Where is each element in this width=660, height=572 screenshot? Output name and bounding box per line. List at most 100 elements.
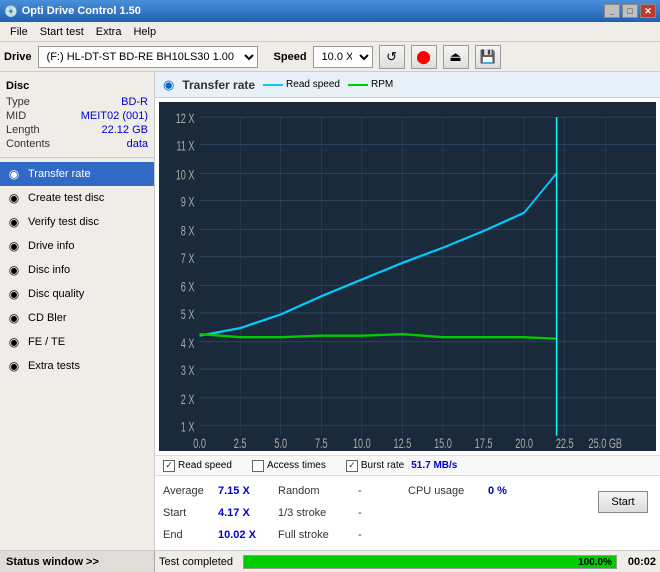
menu-start-test[interactable]: Start test <box>34 24 90 40</box>
svg-text:8 X: 8 X <box>181 224 195 239</box>
checkbox-access-times[interactable]: Access times <box>252 460 326 472</box>
sidebar-item-extra-tests[interactable]: ◉ Extra tests <box>0 354 154 378</box>
svg-text:10 X: 10 X <box>176 168 195 183</box>
disc-length-row: Length 22.12 GB <box>6 123 148 137</box>
cpu-usage-value: 0 % <box>488 485 528 497</box>
svg-text:22.5: 22.5 <box>556 436 574 451</box>
legend-rpm-label: RPM <box>371 79 393 90</box>
disc-type-row: Type BD-R <box>6 95 148 109</box>
svg-text:9 X: 9 X <box>181 195 195 210</box>
sidebar-item-cd-bler[interactable]: ◉ CD Bler <box>0 306 154 330</box>
maximize-button[interactable]: □ <box>622 4 638 18</box>
access-times-checkbox-label: Access times <box>267 460 326 471</box>
disc-mid-value: MEIT02 (001) <box>81 110 148 122</box>
menubar: File Start test Extra Help <box>0 22 660 42</box>
read-speed-checkbox-label: Read speed <box>178 460 232 471</box>
svg-text:11 X: 11 X <box>176 139 194 154</box>
svg-text:12.5: 12.5 <box>394 436 412 451</box>
chart-svg: 12 X 11 X 10 X 9 X 8 X 7 X 6 X 5 X 4 X 3… <box>159 102 656 451</box>
svg-text:2 X: 2 X <box>181 392 195 407</box>
read-speed-checkbox[interactable] <box>163 460 175 472</box>
refresh-button[interactable]: ↺ <box>379 45 405 69</box>
third-stroke-label: 1/3 stroke <box>278 507 358 519</box>
disc-mid-label: MID <box>6 110 26 122</box>
svg-text:4 X: 4 X <box>181 336 195 351</box>
sidebar-extra-tests-label: Extra tests <box>28 360 80 372</box>
progress-text: 100.0% <box>578 556 612 570</box>
access-times-checkbox[interactable] <box>252 460 264 472</box>
eject-button[interactable]: ⏏ <box>443 45 469 69</box>
third-stroke-value: - <box>358 507 388 519</box>
stats-row-average: Average 7.15 X Random - CPU usage 0 % <box>163 480 652 502</box>
svg-text:7.5: 7.5 <box>315 436 328 451</box>
sidebar-cd-bler-label: CD Bler <box>28 312 67 324</box>
close-button[interactable]: ✕ <box>640 4 656 18</box>
app-icon: 💿 <box>4 5 18 18</box>
status-left-text: Status window >> <box>6 556 99 568</box>
chart-title: Transfer rate <box>182 78 255 92</box>
sidebar-item-fe-te[interactable]: ◉ FE / TE <box>0 330 154 354</box>
end-label: End <box>163 529 218 541</box>
titlebar: 💿 Opti Drive Control 1.50 _ □ ✕ <box>0 0 660 22</box>
disc-mid-row: MID MEIT02 (001) <box>6 109 148 123</box>
start-button[interactable]: Start <box>598 491 648 513</box>
menu-extra[interactable]: Extra <box>90 24 128 40</box>
disc-section: Disc Type BD-R MID MEIT02 (001) Length 2… <box>0 76 154 158</box>
sidebar-item-disc-info[interactable]: ◉ Disc info <box>0 258 154 282</box>
sidebar-fe-te-label: FE / TE <box>28 336 65 348</box>
full-stroke-value: - <box>358 529 388 541</box>
sidebar-item-verify-test-disc[interactable]: ◉ Verify test disc <box>0 210 154 234</box>
speed-label: Speed <box>274 51 307 63</box>
chart-area: 12 X 11 X 10 X 9 X 8 X 7 X 6 X 5 X 4 X 3… <box>155 98 660 455</box>
start-label: Start <box>163 507 218 519</box>
svg-text:10.0: 10.0 <box>353 436 371 451</box>
stop-button[interactable]: ⬤ <box>411 45 437 69</box>
end-value: 10.02 X <box>218 529 278 541</box>
status-completed-text: Test completed <box>159 556 239 568</box>
app-title: Opti Drive Control 1.50 <box>22 5 141 17</box>
sidebar: Disc Type BD-R MID MEIT02 (001) Length 2… <box>0 72 155 550</box>
svg-text:2.5: 2.5 <box>234 436 247 451</box>
sidebar-item-drive-info[interactable]: ◉ Drive info <box>0 234 154 258</box>
transfer-rate-icon: ◉ <box>6 166 22 182</box>
sidebar-item-transfer-rate[interactable]: ◉ Transfer rate <box>0 162 154 186</box>
burst-rate-checkbox[interactable] <box>346 460 358 472</box>
drive-select[interactable]: (F:) HL-DT-ST BD-RE BH10LS30 1.00 <box>38 46 258 68</box>
disc-title: Disc <box>6 80 148 92</box>
disc-length-label: Length <box>6 124 40 136</box>
menu-help[interactable]: Help <box>127 24 162 40</box>
drivebar: Drive (F:) HL-DT-ST BD-RE BH10LS30 1.00 … <box>0 42 660 72</box>
burst-rate-checkbox-label: Burst rate <box>361 460 404 471</box>
status-right: Test completed 100.0% 00:02 <box>155 555 660 569</box>
disc-contents-value: data <box>127 138 148 150</box>
sidebar-item-create-test-disc[interactable]: ◉ Create test disc <box>0 186 154 210</box>
sidebar-transfer-rate-label: Transfer rate <box>28 168 91 180</box>
svg-text:15.0: 15.0 <box>434 436 452 451</box>
status-window-button[interactable]: Status window >> <box>0 551 155 572</box>
checkbox-read-speed[interactable]: Read speed <box>163 460 232 472</box>
sidebar-item-disc-quality[interactable]: ◉ Disc quality <box>0 282 154 306</box>
checkboxes-row: Read speed Access times Burst rate 51.7 … <box>155 455 660 475</box>
stats-row-start: Start 4.17 X 1/3 stroke - Start <box>163 502 652 524</box>
cpu-usage-label: CPU usage <box>408 485 488 497</box>
svg-text:12 X: 12 X <box>176 111 195 126</box>
verify-test-disc-icon: ◉ <box>6 214 22 230</box>
svg-text:0.0: 0.0 <box>193 436 206 451</box>
sidebar-drive-info-label: Drive info <box>28 240 74 252</box>
random-label: Random <box>278 485 358 497</box>
disc-type-value: BD-R <box>121 96 148 108</box>
minimize-button[interactable]: _ <box>604 4 620 18</box>
time-display: 00:02 <box>621 556 656 568</box>
cd-bler-icon: ◉ <box>6 310 22 326</box>
chart-header: ◉ Transfer rate Read speed RPM <box>155 72 660 98</box>
save-button[interactable]: 💾 <box>475 45 501 69</box>
svg-text:5 X: 5 X <box>181 307 195 322</box>
extra-tests-icon: ◉ <box>6 358 22 374</box>
disc-length-value: 22.12 GB <box>102 124 148 136</box>
sidebar-disc-quality-label: Disc quality <box>28 288 84 300</box>
speed-select[interactable]: 10.0 X <box>313 46 373 68</box>
sidebar-verify-test-disc-label: Verify test disc <box>28 216 99 228</box>
main-layout: Disc Type BD-R MID MEIT02 (001) Length 2… <box>0 72 660 550</box>
checkbox-burst-rate[interactable]: Burst rate 51.7 MB/s <box>346 460 458 472</box>
menu-file[interactable]: File <box>4 24 34 40</box>
